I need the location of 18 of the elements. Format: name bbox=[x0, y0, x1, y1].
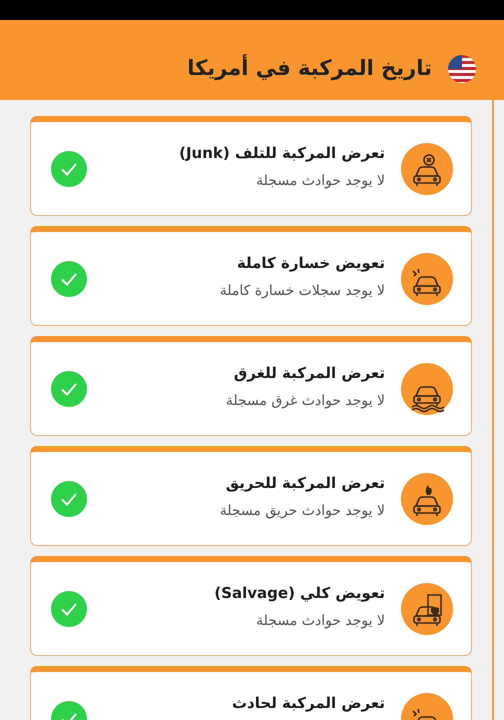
record-detail: لا يوجد حوادث مسجلة bbox=[255, 172, 385, 190]
wrecked-car-icon bbox=[401, 142, 453, 194]
car-document-icon bbox=[401, 582, 453, 634]
record-detail: لا يوجد حوادث مسجلة bbox=[255, 612, 385, 630]
record-detail: لا يوجد حوادث غرق مسجلة bbox=[224, 392, 385, 410]
record-detail: لا يوجد سجلات خسارة كاملة bbox=[218, 282, 385, 300]
page-title: تاريخ المركبة في أمريكا bbox=[187, 53, 432, 82]
record-title: تعرض المركبة لحادث bbox=[230, 693, 385, 714]
car-fire-icon bbox=[401, 472, 453, 524]
damaged-car-icon bbox=[401, 252, 453, 304]
flag-icon bbox=[448, 55, 476, 83]
record-title: تعرض المركبة للتلف (Junk) bbox=[178, 143, 385, 164]
record-title: تعرض المركبة للحريق bbox=[224, 473, 385, 494]
record-title: تعويض كلي (Salvage) bbox=[213, 583, 385, 604]
record-title: تعرض المركبة للغرق bbox=[232, 363, 385, 384]
record-detail: لا يوجد حوادث حريق مسجلة bbox=[218, 502, 385, 520]
car-in-water-icon bbox=[401, 362, 453, 414]
record-title: تعويض خسارة كاملة bbox=[236, 253, 385, 274]
